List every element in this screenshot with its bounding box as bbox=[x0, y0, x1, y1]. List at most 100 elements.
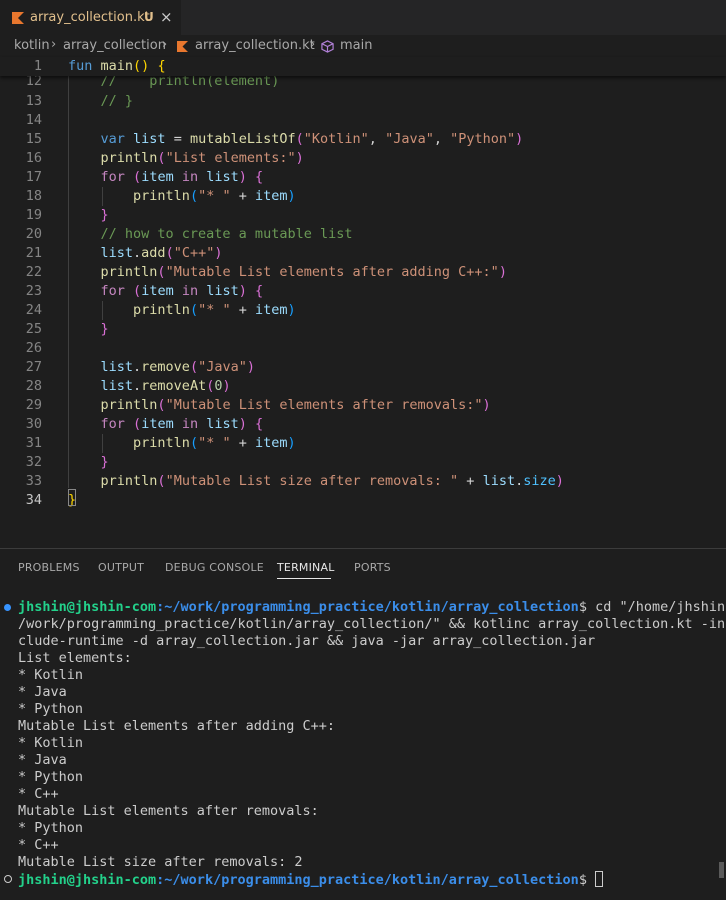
prompt-user: jhshin@jhshin-com bbox=[18, 599, 157, 615]
code-text: // how to create a mutable list bbox=[68, 226, 353, 242]
line-number: 27 bbox=[25, 359, 42, 375]
breadcrumb-item-symbol[interactable]: main bbox=[340, 38, 372, 53]
line-number: 34 bbox=[25, 492, 42, 508]
tab-output[interactable]: OUTPUT bbox=[98, 561, 144, 574]
terminal-line: /work/programming_practice/kotlin/array_… bbox=[18, 616, 726, 632]
command-idle-dot[interactable] bbox=[4, 875, 12, 883]
line-number: 19 bbox=[25, 207, 42, 223]
terminal-line: List elements: bbox=[18, 650, 132, 666]
code-line: 13 // } bbox=[0, 92, 726, 111]
tab-terminal[interactable]: TERMINAL bbox=[277, 561, 335, 574]
tab-array-collection[interactable]: array_collection.kt U × bbox=[0, 0, 181, 35]
line-number: 24 bbox=[25, 302, 42, 318]
breadcrumb-item-folder[interactable]: array_collection bbox=[63, 38, 166, 53]
tab-file-name: array_collection.kt bbox=[30, 10, 150, 25]
line-number: 21 bbox=[25, 245, 42, 261]
terminal-line: * Python bbox=[18, 701, 84, 717]
line-number: 20 bbox=[25, 226, 42, 242]
line-number: 17 bbox=[25, 169, 42, 185]
code-text: println("* " + item) bbox=[133, 188, 296, 204]
line-number: 18 bbox=[25, 188, 42, 204]
code-text: for (item in list) { bbox=[100, 283, 264, 299]
terminal-prompt-line: jhshin@jhshin-com:~/work/programming_pra… bbox=[18, 599, 725, 616]
prompt-path: :~/work/programming_practice/kotlin/arra… bbox=[156, 872, 579, 888]
line-number: 29 bbox=[25, 397, 42, 413]
terminal-line: * Python bbox=[18, 820, 84, 836]
command-text: $ cd "/home/jhshin bbox=[578, 599, 726, 615]
line-number: 32 bbox=[25, 454, 42, 470]
line-number: 14 bbox=[25, 112, 42, 128]
code-line: 16 println("List elements:") bbox=[0, 149, 726, 168]
line-number: 33 bbox=[25, 473, 42, 489]
line-number: 26 bbox=[25, 340, 42, 356]
code-line: 17 for (item in list) { bbox=[0, 168, 726, 187]
terminal-line: * Java bbox=[18, 752, 67, 768]
terminal-scrollbar[interactable] bbox=[719, 862, 724, 878]
code-text: list.removeAt(0) bbox=[100, 378, 231, 394]
code-line: 25 } bbox=[0, 320, 726, 339]
kotlin-file-icon bbox=[177, 41, 188, 52]
tab-problems[interactable]: PROBLEMS bbox=[18, 561, 80, 574]
terminal-line: * Kotlin bbox=[18, 735, 84, 751]
command-success-dot[interactable] bbox=[4, 604, 11, 611]
code-line: 23 for (item in list) { bbox=[0, 282, 726, 301]
chevron-right-icon: › bbox=[310, 37, 316, 52]
close-icon[interactable]: × bbox=[160, 8, 173, 26]
editor-tab-bar: array_collection.kt U × bbox=[0, 0, 726, 35]
sticky-scroll-header[interactable]: 1 fun main() { bbox=[0, 57, 726, 76]
code-line: 15 var list = mutableListOf("Kotlin", "J… bbox=[0, 130, 726, 149]
code-text: } bbox=[100, 321, 109, 337]
code-line: 14 bbox=[0, 111, 726, 130]
code-line: 19 } bbox=[0, 206, 726, 225]
tab-ports[interactable]: PORTS bbox=[354, 561, 391, 574]
code-line: 18 println("* " + item) bbox=[0, 187, 726, 206]
code-editor[interactable]: 1 fun main() { 12 // println(element) 13… bbox=[0, 57, 726, 508]
bottom-panel: PROBLEMS OUTPUT DEBUG CONSOLE TERMINAL P… bbox=[0, 548, 726, 900]
line-number: 25 bbox=[25, 321, 42, 337]
code-line-active: 34 } bbox=[0, 491, 726, 510]
breadcrumb-item-file[interactable]: array_collection.kt bbox=[195, 38, 315, 53]
code-text: println("List elements:") bbox=[100, 150, 304, 166]
code-text: } bbox=[100, 207, 109, 223]
code-text: println("* " + item) bbox=[133, 435, 296, 451]
code-line: 32 } bbox=[0, 453, 726, 472]
line-number: 31 bbox=[25, 435, 42, 451]
code-line: 30 for (item in list) { bbox=[0, 415, 726, 434]
terminal-line: Mutable List size after removals: 2 bbox=[18, 854, 303, 870]
tab-debug-console[interactable]: DEBUG CONSOLE bbox=[165, 561, 264, 574]
terminal-prompt-line: jhshin@jhshin-com:~/work/programming_pra… bbox=[18, 871, 604, 889]
terminal-line: clude-runtime -d array_collection.jar &&… bbox=[18, 633, 596, 649]
terminal-line: * C++ bbox=[18, 786, 59, 802]
code-line: 26 bbox=[0, 339, 726, 358]
code-line: 27 list.remove("Java") bbox=[0, 358, 726, 377]
code-text: for (item in list) { bbox=[100, 416, 264, 432]
kotlin-file-icon bbox=[12, 12, 24, 24]
terminal-line: * Kotlin bbox=[18, 667, 84, 683]
line-number: 15 bbox=[25, 131, 42, 147]
code-line: 33 println("Mutable List size after remo… bbox=[0, 472, 726, 491]
code-text: } bbox=[100, 454, 109, 470]
line-number: 23 bbox=[25, 283, 42, 299]
prompt-symbol: $ bbox=[578, 872, 596, 888]
code-line: 28 list.removeAt(0) bbox=[0, 377, 726, 396]
code-text: // } bbox=[68, 93, 134, 109]
method-symbol-icon bbox=[321, 40, 334, 53]
terminal-line: Mutable List elements after removals: bbox=[18, 803, 319, 819]
chevron-right-icon: › bbox=[162, 37, 168, 52]
code-text: for (item in list) { bbox=[100, 169, 264, 185]
code-line: 29 println("Mutable List elements after … bbox=[0, 396, 726, 415]
code-line: 21 list.add("C++") bbox=[0, 244, 726, 263]
code-text: list.remove("Java") bbox=[100, 359, 256, 375]
terminal-line: Mutable List elements after adding C++: bbox=[18, 718, 335, 734]
terminal-line: * Java bbox=[18, 684, 67, 700]
breadcrumb: kotlin › array_collection › array_collec… bbox=[0, 35, 726, 57]
prompt-user: jhshin@jhshin-com bbox=[18, 872, 157, 888]
prompt-path: :~/work/programming_practice/kotlin/arra… bbox=[156, 599, 579, 615]
line-number: 28 bbox=[25, 378, 42, 394]
code-text: list.add("C++") bbox=[100, 245, 223, 261]
untracked-badge: U bbox=[144, 10, 154, 24]
terminal-line: * C++ bbox=[18, 837, 59, 853]
breadcrumb-item-kotlin[interactable]: kotlin bbox=[14, 38, 50, 53]
line-number: 1 bbox=[33, 58, 42, 74]
code-line: 31 println("* " + item) bbox=[0, 434, 726, 453]
